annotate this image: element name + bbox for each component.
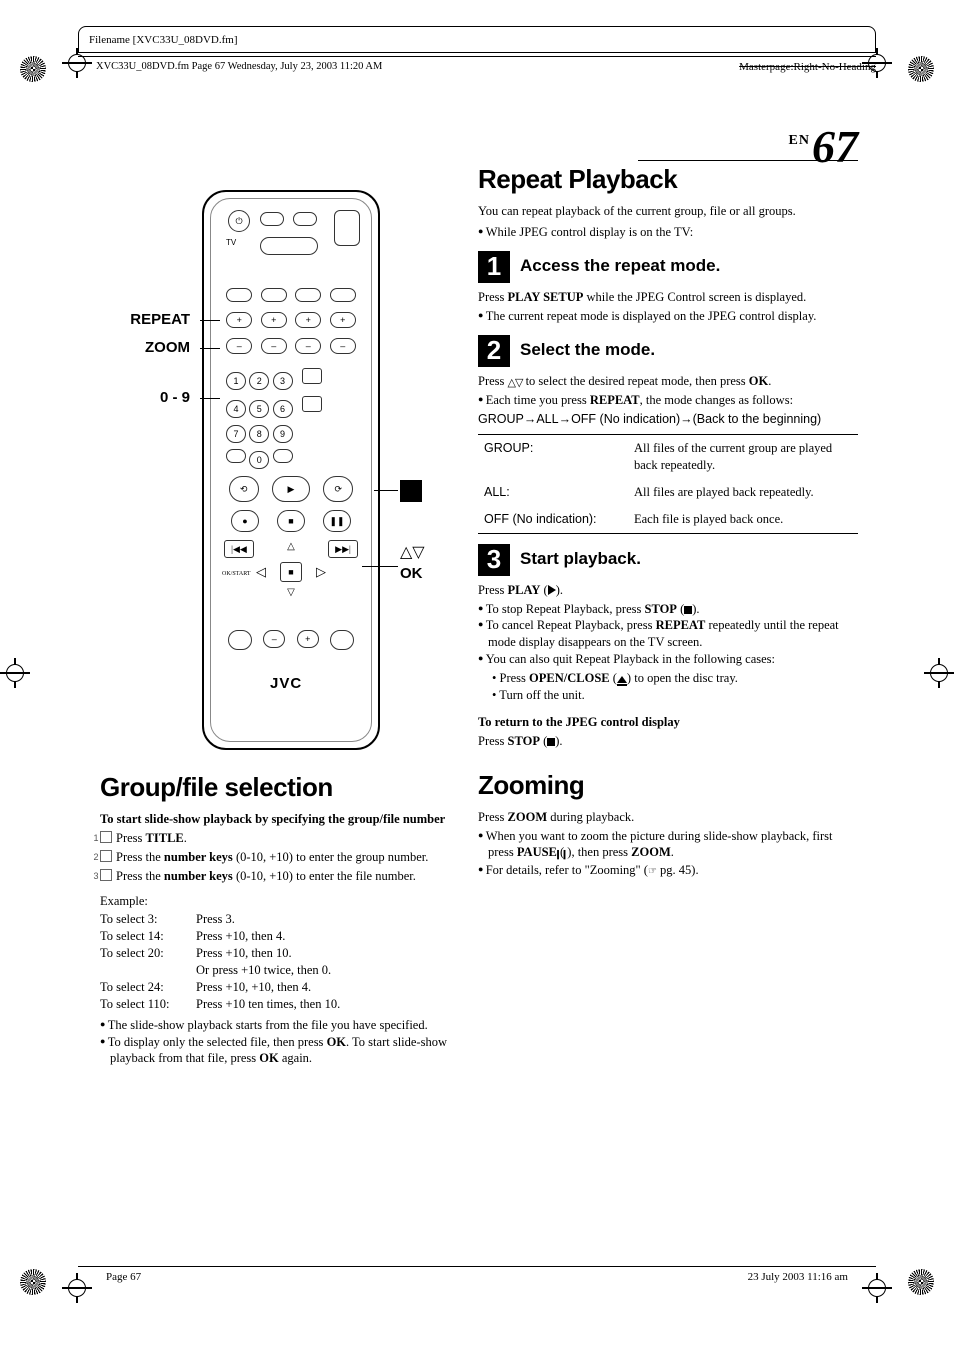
- step-2-text: Press to select the desired repeat mode,…: [478, 373, 858, 391]
- table-row: ALL:All files are played back repeatedly…: [478, 479, 858, 506]
- updown-icon: [508, 374, 523, 391]
- page-number-rule: [638, 160, 858, 161]
- filename-text: Filename [XVC33U_08DVD.fm]: [89, 34, 237, 46]
- power-icon: ⏻: [228, 210, 250, 232]
- remote-slider: [334, 210, 360, 246]
- eject-icon: [617, 676, 627, 683]
- filename-box: Filename [XVC33U_08DVD.fm]: [78, 26, 876, 53]
- nav-ring: |◀◀ △ ▶▶| ◁ ■ ▷ ▽ OK/START: [224, 540, 358, 578]
- modes-table: GROUP:All files of the current group are…: [478, 434, 858, 534]
- repeat-intro: You can repeat playback of the current g…: [478, 203, 858, 220]
- footer-right: 23 July 2003 11:16 am: [748, 1270, 848, 1285]
- step-2-bullet: Each time you press REPEAT, the mode cha…: [478, 392, 858, 409]
- brand-logo: JVC: [270, 674, 302, 694]
- remote-minus-row: ––––: [222, 338, 360, 354]
- table-row: GROUP:All files of the current group are…: [478, 435, 858, 479]
- crop-mark: [62, 1273, 92, 1303]
- step-number-box: 1: [100, 831, 112, 843]
- step-2-heading: 2Select the mode.: [478, 335, 858, 367]
- zoom-bullets: When you want to zoom the picture during…: [478, 828, 858, 880]
- callout-repeat: REPEAT: [102, 310, 190, 330]
- registration-mark: [20, 56, 46, 82]
- callout-zoom: ZOOM: [102, 338, 190, 358]
- lead-text: To start slide-show playback by specifyi…: [100, 811, 460, 828]
- number-pad: 1 2 3 4 5 6 7 8 9 0: [226, 368, 322, 469]
- footer-left: Page 67: [106, 1270, 141, 1285]
- stop-icon: [547, 738, 555, 746]
- remote-plus-row: ++++: [222, 312, 360, 328]
- footer-rule: [78, 1266, 876, 1267]
- return-heading: To return to the JPEG control display: [478, 714, 858, 731]
- table-row: OFF (No indication):Each file is played …: [478, 506, 858, 533]
- bullet-ok: To display only the selected file, then …: [100, 1034, 460, 1068]
- example-label: Example:: [100, 893, 460, 910]
- step-3-bullets: To stop Repeat Playback, press STOP (). …: [478, 601, 858, 704]
- remote-tab-row: [222, 288, 360, 302]
- heading-repeat: Repeat Playback: [478, 162, 858, 197]
- transport-row-2: ● ■ ❚❚: [222, 510, 360, 532]
- header-meta-left: XVC33U_08DVD.fm Page 67 Wednesday, July …: [96, 60, 382, 74]
- bottom-pill-row: – +: [222, 630, 360, 650]
- mode-sequence: GROUP→ALL→OFF (No indication)→(Back to t…: [478, 411, 858, 428]
- registration-mark: [908, 1269, 934, 1295]
- repeat-intro-bullet: While JPEG control display is on the TV:: [478, 224, 858, 241]
- registration-mark: [908, 56, 934, 82]
- heading-zooming: Zooming: [478, 768, 858, 803]
- header-rule: [78, 56, 876, 57]
- example-table: To select 3:Press 3. To select 14:Press …: [100, 911, 460, 1012]
- tv-label: TV: [226, 238, 236, 249]
- header-meta-right: Masterpage:Right-No-Heading: [739, 60, 876, 75]
- stop-square-callout: [400, 480, 422, 502]
- step-1-heading: 1Access the repeat mode.: [478, 251, 858, 283]
- transport-row-1: ⟲ ▶ ⟳: [222, 476, 360, 502]
- registration-mark: [20, 1269, 46, 1295]
- crop-mark: [924, 658, 954, 688]
- remote-illustration: REPEAT ZOOM 0 - 9 ⏻ TV ++++ ––––: [100, 190, 430, 770]
- step-1-text: Press PLAY SETUP while the JPEG Control …: [478, 289, 858, 306]
- group-file-bullets: The slide-show playback starts from the …: [100, 1017, 460, 1068]
- remote-top-group: [260, 212, 318, 259]
- play-icon: [548, 585, 556, 595]
- page-prefix: EN: [789, 133, 810, 148]
- reference-icon: [648, 863, 657, 877]
- step-3-heading: 3Start playback.: [478, 544, 858, 576]
- updown-callout: △▽ OK: [400, 542, 425, 584]
- stop-icon: [684, 606, 692, 614]
- step-number-box: 3: [100, 869, 112, 881]
- numbered-steps: 1Press TITLE. 2Press the number keys (0-…: [100, 830, 460, 885]
- crop-mark: [862, 1273, 892, 1303]
- heading-group-file: Group/file selection: [100, 770, 460, 805]
- pause-icon: [564, 845, 567, 862]
- step-number-box: 2: [100, 850, 112, 862]
- return-text: Press STOP ().: [478, 733, 858, 750]
- callout-digits: 0 - 9: [102, 388, 190, 408]
- step-1-bullet: The current repeat mode is displayed on …: [478, 308, 858, 325]
- step-3-text: Press PLAY ().: [478, 582, 858, 599]
- zoom-text: Press ZOOM during playback.: [478, 809, 858, 826]
- crop-mark: [0, 658, 30, 688]
